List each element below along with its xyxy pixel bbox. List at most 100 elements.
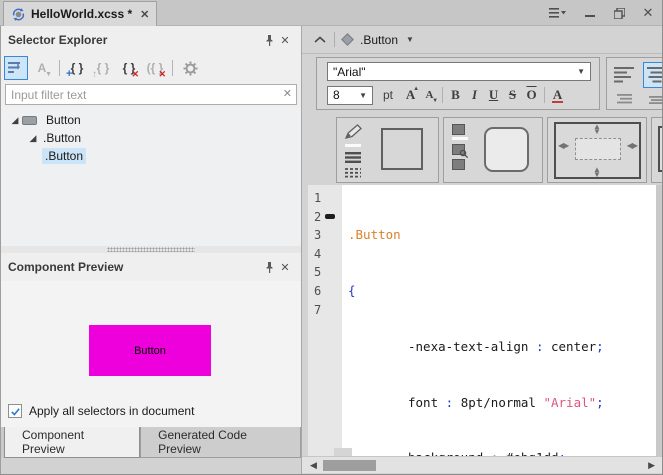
code-line: font : 8pt/normal "Arial"; <box>348 394 656 413</box>
font-family-combo[interactable]: "Arial" ▼ <box>327 62 591 81</box>
align-right-button[interactable] <box>614 92 636 106</box>
minimize-icon[interactable] <box>583 6 597 20</box>
border-tools <box>345 124 363 178</box>
preview-button[interactable]: Button <box>89 325 211 376</box>
font-color-button[interactable]: A <box>548 85 567 105</box>
box-model-content <box>575 138 621 160</box>
pin-icon[interactable] <box>261 32 277 48</box>
code-line: { <box>348 282 656 301</box>
value-token: center <box>551 339 596 354</box>
apply-selectors-row[interactable]: Apply all selectors in document <box>8 404 194 418</box>
scroll-left-icon[interactable]: ◀ <box>310 460 317 471</box>
fold-collapse-icon[interactable] <box>325 214 335 219</box>
underline-button[interactable]: U <box>484 85 503 105</box>
navbar-separator <box>334 32 335 47</box>
component-preview-canvas: Button Apply all selectors in document <box>0 281 301 427</box>
align-justify-button[interactable] <box>645 94 663 106</box>
close-panel-icon[interactable]: ✕ <box>277 32 293 48</box>
tree-item-label: .Button <box>42 148 86 164</box>
remove-all-selectors-button[interactable]: ({ } ✕ <box>143 56 167 80</box>
sort-alphabetical-button[interactable]: A ▼ <box>30 56 54 80</box>
expander-icon[interactable]: ◢ <box>8 115 22 126</box>
tab-generated-code-preview[interactable]: Generated Code Preview <box>140 427 301 458</box>
close-icon[interactable]: ✕ <box>641 6 655 20</box>
close-panel-icon[interactable]: ✕ <box>277 259 293 275</box>
restore-icon[interactable] <box>612 6 626 20</box>
panel-splitter[interactable] <box>0 246 301 253</box>
selector-explorer-header: Selector Explorer ✕ <box>0 26 301 54</box>
box-model-group[interactable]: ▲▼ ▲▼ ◀▶ ◀▶ <box>547 117 647 183</box>
remove-selector-button[interactable]: { } ✕ <box>117 56 141 80</box>
punct-token: ; <box>596 339 604 354</box>
fill-style-group[interactable] <box>443 117 543 183</box>
apply-selectors-checkbox[interactable] <box>8 404 22 418</box>
code-line: .Button <box>348 226 656 245</box>
window-list-icon[interactable] <box>548 6 568 20</box>
font-size-value: 8 <box>333 88 340 102</box>
italic-button[interactable]: I <box>465 85 484 105</box>
window-left-edge <box>0 26 1 475</box>
scroll-right-icon[interactable]: ▶ <box>648 460 655 471</box>
sort-document-order-button[interactable] <box>4 56 28 80</box>
left-bottom-strip <box>0 458 301 474</box>
clear-filter-icon[interactable]: ✕ <box>283 87 292 100</box>
grow-font-button[interactable]: A▲ <box>401 85 420 105</box>
strikethrough-button[interactable]: S <box>503 85 522 105</box>
shrink-font-button[interactable]: A▼ <box>420 85 439 105</box>
selector-navbar: .Button ▼ <box>302 26 663 54</box>
line-number: 7 <box>314 301 342 320</box>
punct-token: : <box>438 395 461 410</box>
add-child-selector-button[interactable]: { } ↑ <box>91 56 115 80</box>
fill-color-icon <box>452 124 465 135</box>
tab-component-preview[interactable]: Component Preview <box>4 427 140 458</box>
border-style-group[interactable] <box>336 117 439 183</box>
expander-icon[interactable]: ◢ <box>26 133 40 144</box>
xcss-file-icon <box>11 7 26 22</box>
punct-token: ; <box>596 395 604 410</box>
line-number: 6 <box>314 282 342 301</box>
resize-vertical-icon: ▲▼ <box>593 124 601 134</box>
code-editor[interactable]: .Button { -nexa-text-align : center; fon… <box>342 185 656 456</box>
splitter-grip-icon <box>107 247 195 252</box>
toolbar-separator <box>59 60 60 76</box>
pencil-highlight-bar <box>345 144 361 147</box>
fill-preview-box <box>484 127 529 172</box>
collapse-up-icon[interactable] <box>314 36 326 44</box>
toolbar-separator <box>172 60 173 76</box>
editor-mini-scroll-thumb[interactable] <box>334 448 352 456</box>
selector-breadcrumb[interactable]: .Button <box>360 33 398 47</box>
align-center-button[interactable] <box>643 62 663 88</box>
fill-picker-icon <box>452 144 465 155</box>
scrollbar-thumb[interactable] <box>323 460 376 471</box>
add-selector-button[interactable]: { } + <box>65 56 89 80</box>
left-dock-panels: Selector Explorer ✕ A ▼ <box>0 26 302 474</box>
tree-item-selected[interactable]: .Button <box>0 147 301 165</box>
property-token: -nexa-text-align <box>408 339 528 354</box>
format-separator <box>442 87 443 103</box>
filter-field-wrap: ✕ <box>5 84 297 105</box>
alignment-group <box>606 57 663 110</box>
bold-button[interactable]: B <box>446 85 465 105</box>
value-token: 8pt/normal <box>461 395 544 410</box>
tree-item-child[interactable]: ◢ .Button <box>0 129 301 147</box>
line-number: 4 <box>314 245 342 264</box>
box-model-border: ▲▼ ▲▼ ◀▶ ◀▶ <box>554 122 641 179</box>
line-weight-icon <box>345 152 361 163</box>
pin-icon[interactable] <box>261 259 277 275</box>
document-tab[interactable]: HelloWorld.xcss * ✕ <box>3 1 157 26</box>
font-color-swatch <box>552 101 563 103</box>
align-left-button[interactable] <box>612 63 638 87</box>
settings-gear-icon[interactable] <box>178 56 202 80</box>
fill-tools <box>452 124 468 170</box>
overline-button[interactable]: O <box>522 85 541 105</box>
unit-label: pt <box>383 88 393 102</box>
apply-selectors-label: Apply all selectors in document <box>29 404 194 418</box>
font-size-combo[interactable]: 8 ▼ <box>327 86 373 105</box>
tab-close-icon[interactable]: ✕ <box>140 8 149 21</box>
horizontal-scrollbar[interactable]: ◀ ▶ <box>302 456 663 473</box>
filter-input[interactable] <box>5 84 297 105</box>
chevron-down-icon[interactable]: ▼ <box>406 35 414 44</box>
code-gutter: 1 2 3 4 5 6 7 <box>308 185 342 456</box>
selector-explorer-title: Selector Explorer <box>8 33 261 47</box>
tree-item-root[interactable]: ◢ Button <box>0 111 301 129</box>
